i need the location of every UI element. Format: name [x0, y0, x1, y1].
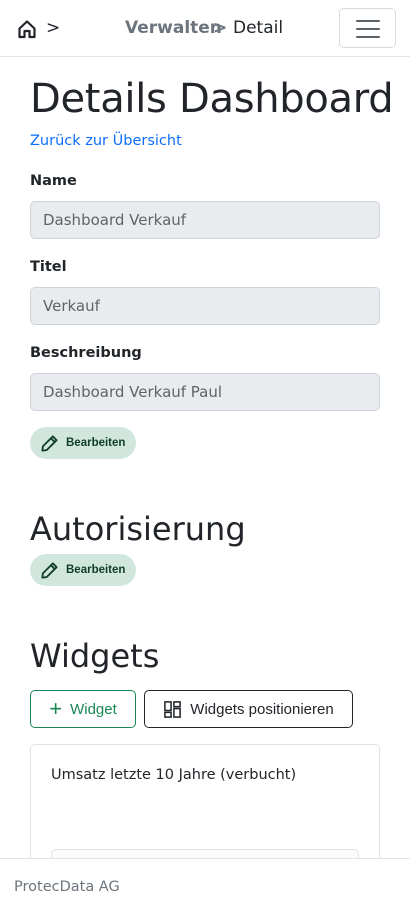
edit-details-label: Bearbeiten [66, 437, 126, 449]
name-field: Dashboard Verkauf [30, 201, 380, 239]
title-label: Titel [30, 259, 67, 275]
breadcrumb-separator: > [46, 18, 61, 38]
breadcrumb-current: Detail [233, 18, 284, 38]
menu-toggle-button[interactable] [339, 8, 396, 48]
home-icon[interactable] [17, 19, 37, 39]
top-navbar: > Verwalten > Detail [0, 0, 410, 57]
name-label: Name [30, 173, 77, 189]
breadcrumb-parent[interactable]: Verwalten [125, 18, 222, 38]
plus-icon: + [49, 696, 63, 721]
add-widget-button[interactable]: + Widget [30, 690, 136, 728]
title-field: Verkauf [30, 287, 380, 325]
pencil-icon [41, 561, 58, 579]
hamburger-icon [356, 20, 380, 22]
layout-grid-icon [164, 700, 182, 718]
description-label: Beschreibung [30, 345, 142, 361]
widget-card-title: Umsatz letzte 10 Jahre (verbucht) [51, 767, 297, 783]
edit-authorization-label: Bearbeiten [66, 564, 126, 576]
position-widgets-button[interactable]: Widgets positionieren [144, 690, 353, 728]
footer: ProtecData AG [0, 858, 410, 914]
add-widget-label: Widget [70, 700, 117, 718]
edit-authorization-button[interactable]: Bearbeiten [30, 554, 136, 586]
widgets-title: Widgets [30, 637, 160, 675]
edit-details-button[interactable]: Bearbeiten [30, 427, 136, 459]
page-title: Details Dashboard [30, 76, 394, 122]
authorization-title: Autorisierung [30, 510, 246, 548]
back-to-overview-link[interactable]: Zurück zur Übersicht [30, 133, 182, 149]
description-field: Dashboard Verkauf Paul [30, 373, 380, 411]
position-widgets-label: Widgets positionieren [190, 700, 334, 718]
footer-company: ProtecData AG [14, 879, 120, 895]
pencil-icon [41, 434, 58, 452]
breadcrumb-separator: > [213, 18, 228, 38]
